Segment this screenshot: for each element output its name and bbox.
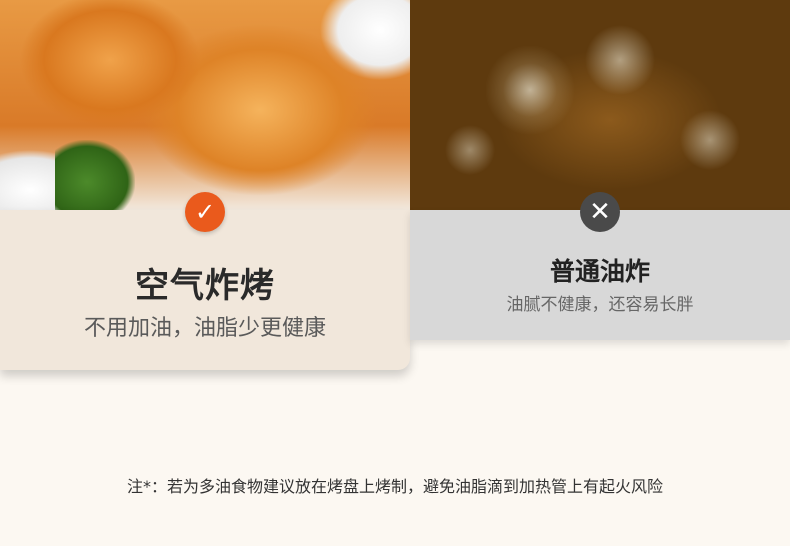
air-fried-chicken-photo xyxy=(0,0,410,210)
check-icon: ✓ xyxy=(185,192,225,232)
oil-frying-photo xyxy=(410,0,790,210)
herb-garnish xyxy=(55,140,135,210)
oil-fry-title: 普通油炸 xyxy=(549,257,650,286)
cross-icon: ✕ xyxy=(580,192,620,232)
air-fry-title: 空气炸烤 xyxy=(135,266,275,306)
air-fry-subtitle: 不用加油，油脂少更健康 xyxy=(83,316,326,341)
oil-fry-subtitle: 油腻不健康，还容易长胖 xyxy=(506,295,694,315)
safety-note: 注*：若为多油食物建议放在烤盘上烤制，避免油脂滴到加热管上有起火风险 xyxy=(126,477,663,496)
